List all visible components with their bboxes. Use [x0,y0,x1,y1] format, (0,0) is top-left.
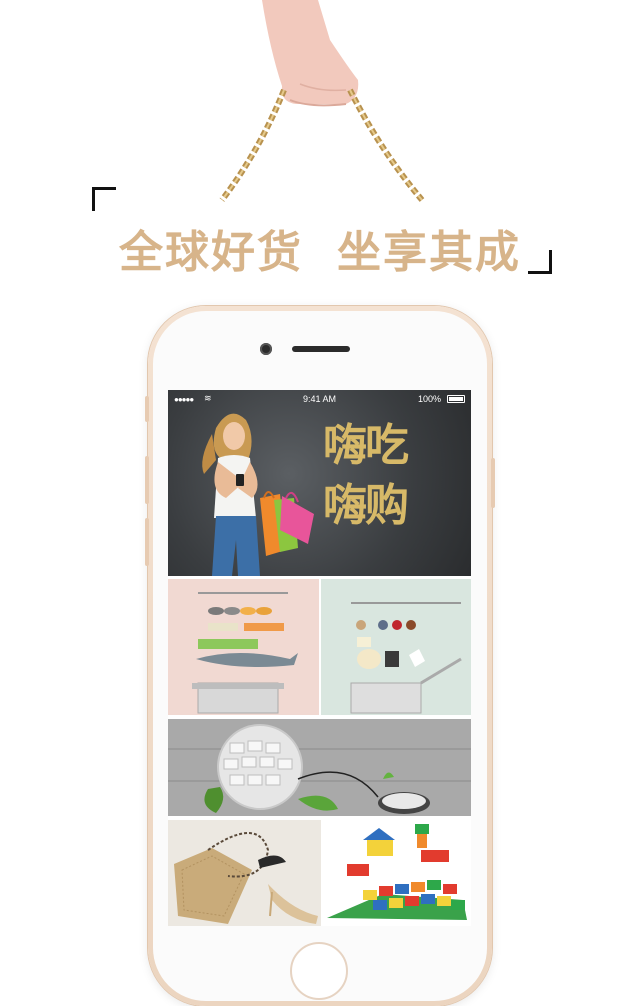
banner-image[interactable]: 嗨吃 嗨购 [168,390,471,576]
front-camera-icon [260,343,272,355]
corner-bracket-top-left [92,187,116,211]
battery-percent: 100% [417,394,441,404]
tile-food-ingredients-mint[interactable] [321,579,471,715]
tile-food-ingredients-pink[interactable] [168,579,319,715]
slogan-heading: 全球好货 坐享其成 [0,216,640,280]
banner-title-line-2: 嗨购 [323,480,409,531]
earpiece-speaker [292,346,350,352]
hand-with-chain-image [200,0,450,205]
slogan-part-2: 坐享其成 [337,227,521,278]
tile-electronics-keyboard-ball[interactable] [168,719,471,816]
tile-fashion-bag-shoes[interactable] [168,820,321,926]
status-bar: ●●●●● ≋ 9:41 AM 100% [168,390,471,408]
power-button [491,458,495,508]
tile-toys-building-blocks[interactable] [323,820,471,926]
volume-down-button [145,518,149,566]
phone-screen: 嗨吃 嗨购 ●●●●● ≋ 9:41 AM 100% [168,390,471,926]
volume-up-button [145,456,149,504]
mute-switch [145,396,149,422]
home-button[interactable] [290,942,348,1000]
banner-title: 嗨吃 嗨购 [323,416,463,536]
banner-title-line-1: 嗨吃 [323,420,409,471]
battery-icon [447,395,465,403]
slogan-part-1: 全球好货 [119,227,303,278]
